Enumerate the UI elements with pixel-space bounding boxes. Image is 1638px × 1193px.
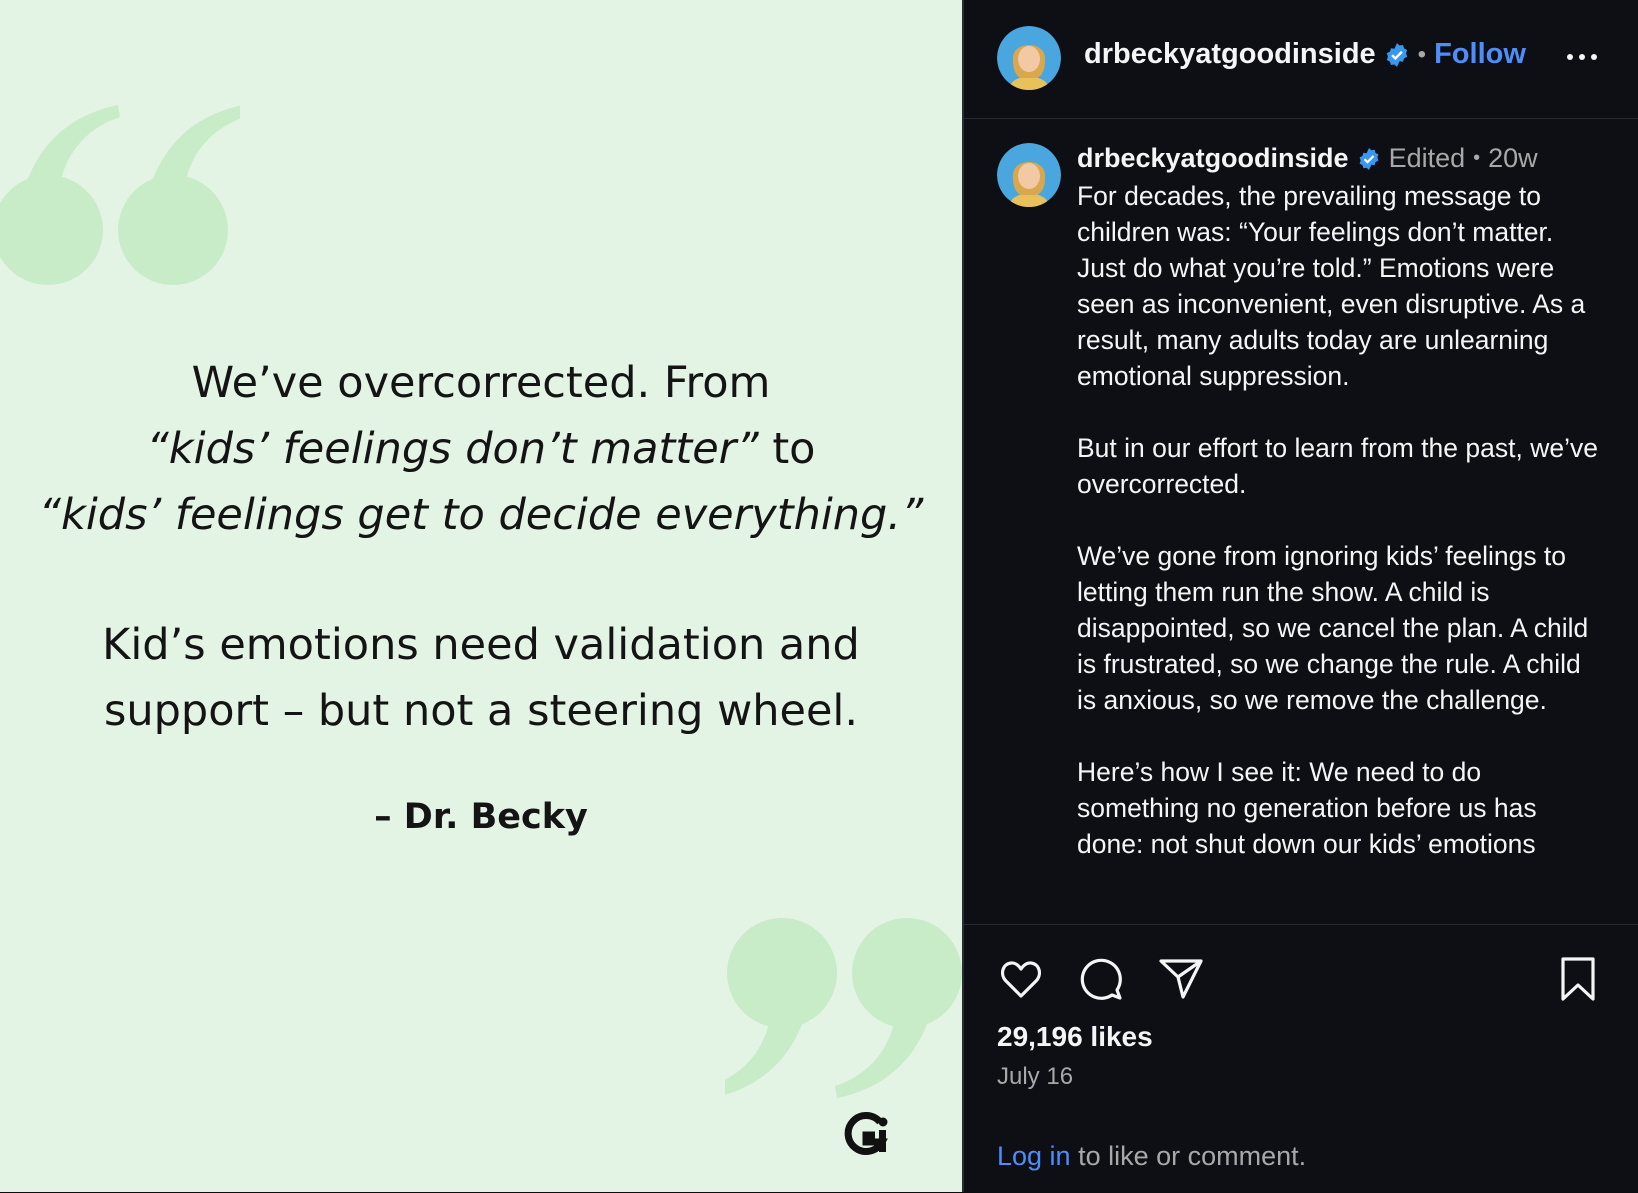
verified-badge-icon <box>1386 42 1407 67</box>
quote-text: We’ve overcorrected. From “kids’ feeling… <box>0 350 962 548</box>
caption-text: For decades, the prevailing message to c… <box>1077 178 1607 898</box>
quote-attribution: – Dr. Becky <box>374 797 588 837</box>
edited-label: Edited <box>1388 143 1466 173</box>
post-caption[interactable]: drbeckyatgoodinside Edited • 20w For dec… <box>964 118 1638 924</box>
caption-header: drbeckyatgoodinside Edited • 20w <box>1077 143 1538 174</box>
quote-line-2: “kids’ feelings don’t matter” to <box>0 416 962 482</box>
header-separator: • <box>1417 40 1427 68</box>
quote-body: Kid’s emotions need validation and suppo… <box>0 612 962 744</box>
post-image[interactable]: We’ve overcorrected. From “kids’ feeling… <box>0 0 962 1192</box>
caption-separator: • <box>1473 147 1481 169</box>
quote-line-2-italic: “kids’ feelings don’t matter” <box>146 424 759 474</box>
caption-avatar[interactable] <box>997 143 1061 207</box>
comment-icon[interactable] <box>1077 955 1125 1003</box>
share-icon[interactable] <box>1157 955 1205 1003</box>
quote-line-1: We’ve overcorrected. From <box>191 358 771 408</box>
caption-paragraph: We’ve gone from ignoring kids’ feelings … <box>1077 541 1589 715</box>
verified-badge-icon <box>1359 147 1378 170</box>
avatar-image <box>997 26 1061 90</box>
like-heart-icon[interactable] <box>997 955 1045 1003</box>
body-line-1: Kid’s emotions need validation and <box>102 620 860 670</box>
likes-count[interactable]: 29,196 likes <box>997 1021 1153 1053</box>
post-header: drbeckyatgoodinside • Follow <box>964 0 1638 119</box>
post-details-panel: drbeckyatgoodinside • Follow drbeckyatgo… <box>962 0 1638 1192</box>
quote-line-3: “kids’ feelings get to decide everything… <box>38 490 924 540</box>
quote-line-2-tail: to <box>758 424 816 474</box>
post-date[interactable]: July 16 <box>997 1063 1073 1091</box>
more-options-icon[interactable] <box>1564 45 1600 69</box>
header-username[interactable]: drbeckyatgoodinside <box>1084 38 1376 71</box>
login-prompt-tail: to like or comment. <box>1070 1141 1307 1171</box>
caption-paragraph: But in our effort to learn from the past… <box>1077 433 1598 499</box>
login-link[interactable]: Log in <box>997 1141 1071 1171</box>
avatar[interactable] <box>997 26 1061 90</box>
open-quote-mark-icon <box>0 105 240 285</box>
follow-button[interactable]: Follow <box>1434 38 1526 71</box>
close-quote-mark-icon <box>725 918 962 1098</box>
login-prompt: Log in to like or comment. <box>997 1141 1306 1172</box>
header-user-row: drbeckyatgoodinside • Follow <box>1084 38 1526 71</box>
instagram-post-view: We’ve overcorrected. From “kids’ feeling… <box>0 0 1638 1192</box>
good-inside-logo-icon <box>844 1112 888 1155</box>
body-line-2: support – but not a steering wheel. <box>103 686 859 736</box>
avatar-image <box>997 143 1061 207</box>
save-bookmark-icon[interactable] <box>1554 955 1602 1003</box>
post-actions: 29,196 likes July 16 Log in to like or c… <box>964 924 1638 1193</box>
post-age[interactable]: 20w <box>1488 143 1538 174</box>
caption-username[interactable]: drbeckyatgoodinside <box>1077 143 1349 174</box>
caption-paragraph: Here’s how I see it: We need to do somet… <box>1077 757 1537 859</box>
caption-paragraph: For decades, the prevailing message to c… <box>1077 181 1586 391</box>
